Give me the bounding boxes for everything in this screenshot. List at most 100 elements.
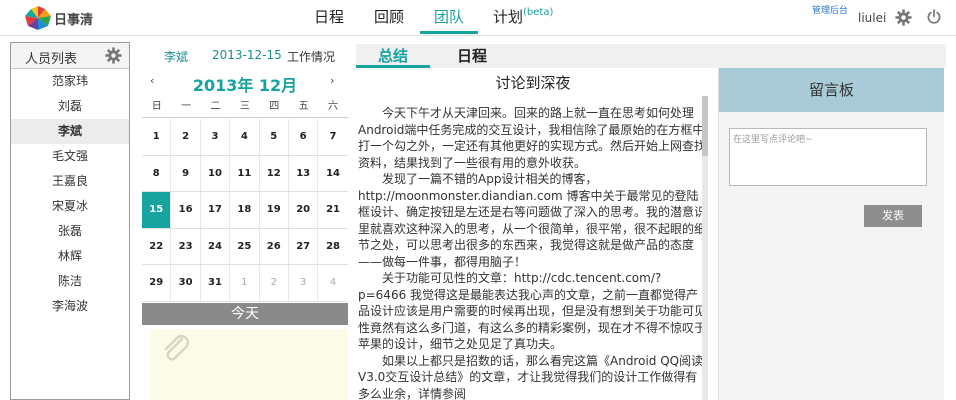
calendar-day[interactable]: 12	[260, 155, 289, 192]
calendar-day[interactable]: 4	[318, 265, 347, 301]
settings-gear-icon[interactable]	[895, 9, 912, 26]
calendar-user[interactable]: 李斌	[164, 48, 188, 65]
calendar-day[interactable]: 22	[142, 228, 172, 265]
article-paragraph: 今天下午才从天津回来。回来的路上就一直在思考如何处理Android端中任务完成的…	[358, 106, 707, 170]
calendar-day[interactable]: 26	[260, 228, 289, 265]
calendar-day[interactable]: 25	[230, 228, 260, 265]
article-paragraph: 发现了一篇不错的App设计相关的博客，http://moonmonster.di…	[358, 172, 707, 269]
calendar-day[interactable]: 7	[318, 119, 347, 155]
calendar-day[interactable]: 3	[289, 265, 319, 301]
calendar-day[interactable]: 17	[201, 192, 231, 228]
person-item[interactable]: 陈洁	[11, 269, 129, 294]
calendar-day[interactable]: 30	[171, 265, 201, 301]
calendar-day[interactable]: 10	[201, 155, 231, 192]
calendar-day[interactable]: 6	[289, 119, 319, 155]
calendar-day[interactable]: 29	[142, 265, 172, 301]
nav-item-label: 回顾	[373, 8, 404, 26]
article-paragraph: 关于功能可见性的文章：http://cdc.tencent.com/?p=646…	[358, 271, 707, 351]
calendar-day[interactable]: 2	[260, 265, 289, 301]
calendar-day[interactable]: 16	[171, 192, 201, 228]
person-item[interactable]: 毛文强	[11, 144, 129, 169]
beta-badge: (beta)	[523, 7, 554, 18]
calendar-grid: 1 2 3 4 5 6 7 8 9 10 11 12 13 14 15 16 17 18 19 20 21 22 23 24 2…	[142, 119, 348, 302]
calendar-week-row: 8 9 10 11 12 13 14	[142, 155, 348, 193]
calendar-week-row: 1234567	[142, 119, 348, 156]
nav-item-label: 日程	[314, 8, 345, 26]
calendar-week-row: 15 16 17 18 19 20 21	[142, 192, 348, 229]
calendar-day[interactable]: 2	[171, 119, 201, 155]
username[interactable]: liulei	[858, 11, 886, 25]
calendar-day[interactable]: 8	[142, 155, 172, 192]
nav-item-schedule[interactable]: 日程	[314, 6, 344, 34]
people-panel-header: 人员列表	[11, 43, 129, 69]
people-settings-gear-icon[interactable]	[105, 47, 122, 64]
calendar-day[interactable]: 11	[230, 155, 260, 192]
weekday-label: 二	[210, 101, 221, 112]
calendar-day[interactable]: 19	[260, 192, 289, 228]
nav-item-label: 团队	[433, 8, 464, 26]
calendar-day[interactable]: 28	[318, 229, 347, 265]
calendar-day[interactable]: 27	[289, 228, 319, 265]
weekday-label: 三	[239, 101, 250, 112]
calendar-day[interactable]: 31	[201, 265, 231, 301]
today-button[interactable]: 今天	[142, 303, 348, 325]
person-item[interactable]: 李斌	[11, 119, 129, 144]
message-board-title: 留言板	[719, 68, 944, 112]
admin-link[interactable]: 管理后台	[812, 3, 848, 16]
calendar-day[interactable]: 23	[171, 228, 201, 265]
nav-item-team[interactable]: 团队	[420, 6, 478, 34]
calendar-week-row: 22 23 24 25 26 27 28	[142, 228, 348, 266]
person-item[interactable]: 林辉	[11, 244, 129, 269]
calendar-header: 李斌 2013-12-15 工作情况	[142, 42, 348, 68]
calendar-day[interactable]: 20	[289, 192, 319, 228]
calendar-day[interactable]: 21	[318, 192, 347, 228]
article-scrollbar[interactable]	[702, 96, 708, 400]
people-panel-title: 人员列表	[25, 52, 78, 67]
article-paragraph: 如果以上都只是招数的话，那么看完这篇《Android QQ阅读V3.0交互设计总…	[358, 353, 704, 400]
people-panel: 人员列表 范家玮 刘磊 李斌 毛文强 王嘉良 宋夏冰 张磊 林辉 陈洁 李海波	[10, 42, 130, 400]
person-item[interactable]: 宋夏冰	[11, 194, 129, 219]
tab-summary[interactable]: 总结	[356, 45, 430, 68]
person-item[interactable]: 李海波	[11, 294, 129, 319]
calendar-day[interactable]: 13	[289, 155, 319, 192]
calendar-day[interactable]: 5	[260, 119, 289, 155]
calendar-date[interactable]: 2013-12-15	[212, 48, 282, 62]
calendar-week-row: 29 30 31 1 2 3 4	[142, 265, 348, 302]
weekday-label: 日	[151, 101, 162, 112]
weekday-label: 一	[181, 101, 192, 112]
comment-input[interactable]: 在这里写点评论吧~	[729, 128, 927, 186]
person-item[interactable]: 范家玮	[11, 69, 129, 94]
calendar-day[interactable]: 18	[230, 192, 260, 228]
nav-item-review[interactable]: 回顾	[373, 6, 405, 34]
calendar-day[interactable]: 14	[318, 156, 347, 192]
weekday-label: 六	[328, 101, 339, 112]
power-icon[interactable]	[926, 9, 942, 25]
summary-article: 讨论到深夜 今天下午才从天津回来。回来的路上就一直在思考如何处理Android端…	[358, 68, 708, 400]
nav-item-label: 计划	[493, 8, 524, 26]
paperclip-icon	[164, 335, 189, 361]
calendar-day[interactable]: 15	[142, 192, 172, 228]
work-report-link[interactable]: 工作情况	[287, 48, 335, 65]
person-item[interactable]: 王嘉良	[11, 169, 129, 194]
article-scroll-thumb[interactable]	[702, 96, 708, 156]
calendar-day[interactable]: 1	[142, 119, 172, 155]
calendar-day[interactable]: 24	[201, 228, 231, 265]
app-logo-icon[interactable]	[24, 5, 52, 31]
post-comment-button[interactable]: 发表	[864, 205, 922, 227]
tab-schedule[interactable]: 日程	[454, 45, 490, 68]
weekday-label: 四	[269, 101, 280, 112]
calendar-day[interactable]: 4	[230, 119, 260, 155]
message-board: 留言板 在这里写点评论吧~ 发表	[718, 68, 944, 400]
content-tabs: 总结 日程	[356, 44, 946, 68]
app-logo-text: 日事清	[54, 13, 94, 28]
next-month-icon[interactable]: ›	[330, 74, 334, 87]
calendar-day[interactable]: 3	[201, 119, 231, 155]
calendar-day[interactable]: 1	[230, 265, 260, 301]
sticky-note-area[interactable]	[150, 329, 348, 400]
person-item[interactable]: 刘磊	[11, 94, 129, 119]
calendar-month-title: 2013年 12月	[192, 76, 298, 95]
person-item[interactable]: 张磊	[11, 219, 129, 244]
top-nav-bar: 日事清 日程 回顾 团队 计划(beta) 管理后台 liulei	[0, 0, 956, 36]
nav-item-plan[interactable]: 计划(beta)	[493, 6, 555, 34]
calendar-day[interactable]: 9	[171, 155, 201, 192]
